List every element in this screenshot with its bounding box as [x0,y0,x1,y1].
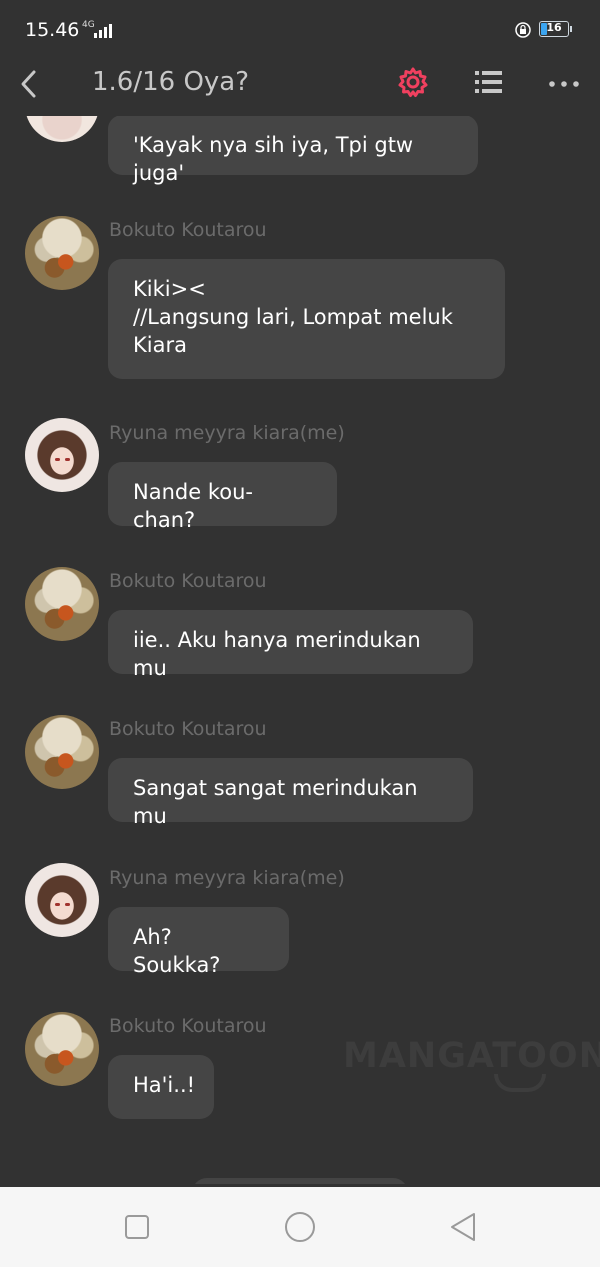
battery-icon: 16 [539,21,569,37]
floating-action-pill[interactable] [192,1178,408,1184]
home-circle-icon[interactable] [282,1209,318,1245]
avatar[interactable] [25,567,99,641]
navigation-bar [0,1187,600,1267]
chapter-list-icon[interactable] [471,64,507,100]
chapter-title: 1.6/16 Oya? [92,67,250,97]
avatar[interactable] [25,715,99,789]
message-bubble: Sangat sangat merindukan mu [108,758,473,828]
watermark-smile-icon [494,1074,546,1092]
settings-gear-icon[interactable] [395,64,431,100]
sender-name: Ryuna meyyra kiara(me) [109,867,345,889]
rotation-lock-icon [515,22,531,38]
avatar[interactable] [25,418,99,492]
top-app-bar: 1.6/16 Oya? [0,60,600,116]
more-options-icon[interactable] [544,64,584,100]
battery-tip [570,26,572,32]
sender-name: Bokuto Koutarou [109,219,267,241]
avatar[interactable] [25,863,99,937]
message-bubble: Ah? Soukka? [108,907,289,977]
message-bubble: Nande kou-chan? [108,462,337,532]
avatar[interactable] [25,216,99,290]
message-bubble: Ha'i..! [108,1055,214,1119]
back-triangle-icon[interactable] [446,1209,482,1245]
sender-name: Bokuto Koutarou [109,718,267,740]
chat-area[interactable]: 'Kayak nya sih iya, Tpi gtw juga' Bokuto… [0,116,600,1184]
sender-name: Bokuto Koutarou [109,570,267,592]
message-bubble: Kiki>< //Langsung lari, Lompat meluk Kia… [108,259,505,379]
battery-level: 16 [546,21,562,34]
recents-square-icon[interactable] [119,1209,155,1245]
status-time: 15.46 [25,19,80,41]
message-bubble: iie.. Aku hanya merindukan mu [108,610,473,680]
message-bubble: 'Kayak nya sih iya, Tpi gtw juga' [108,116,478,185]
signal-icon [92,22,112,38]
avatar[interactable] [25,116,99,142]
watermark: MANGATOON [343,1036,600,1076]
sender-name: Ryuna meyyra kiara(me) [109,422,345,444]
status-bar: 15.46 4G 16 [0,0,600,60]
sender-name: Bokuto Koutarou [109,1015,267,1037]
avatar[interactable] [25,1012,99,1086]
back-arrow-icon[interactable] [12,64,48,104]
